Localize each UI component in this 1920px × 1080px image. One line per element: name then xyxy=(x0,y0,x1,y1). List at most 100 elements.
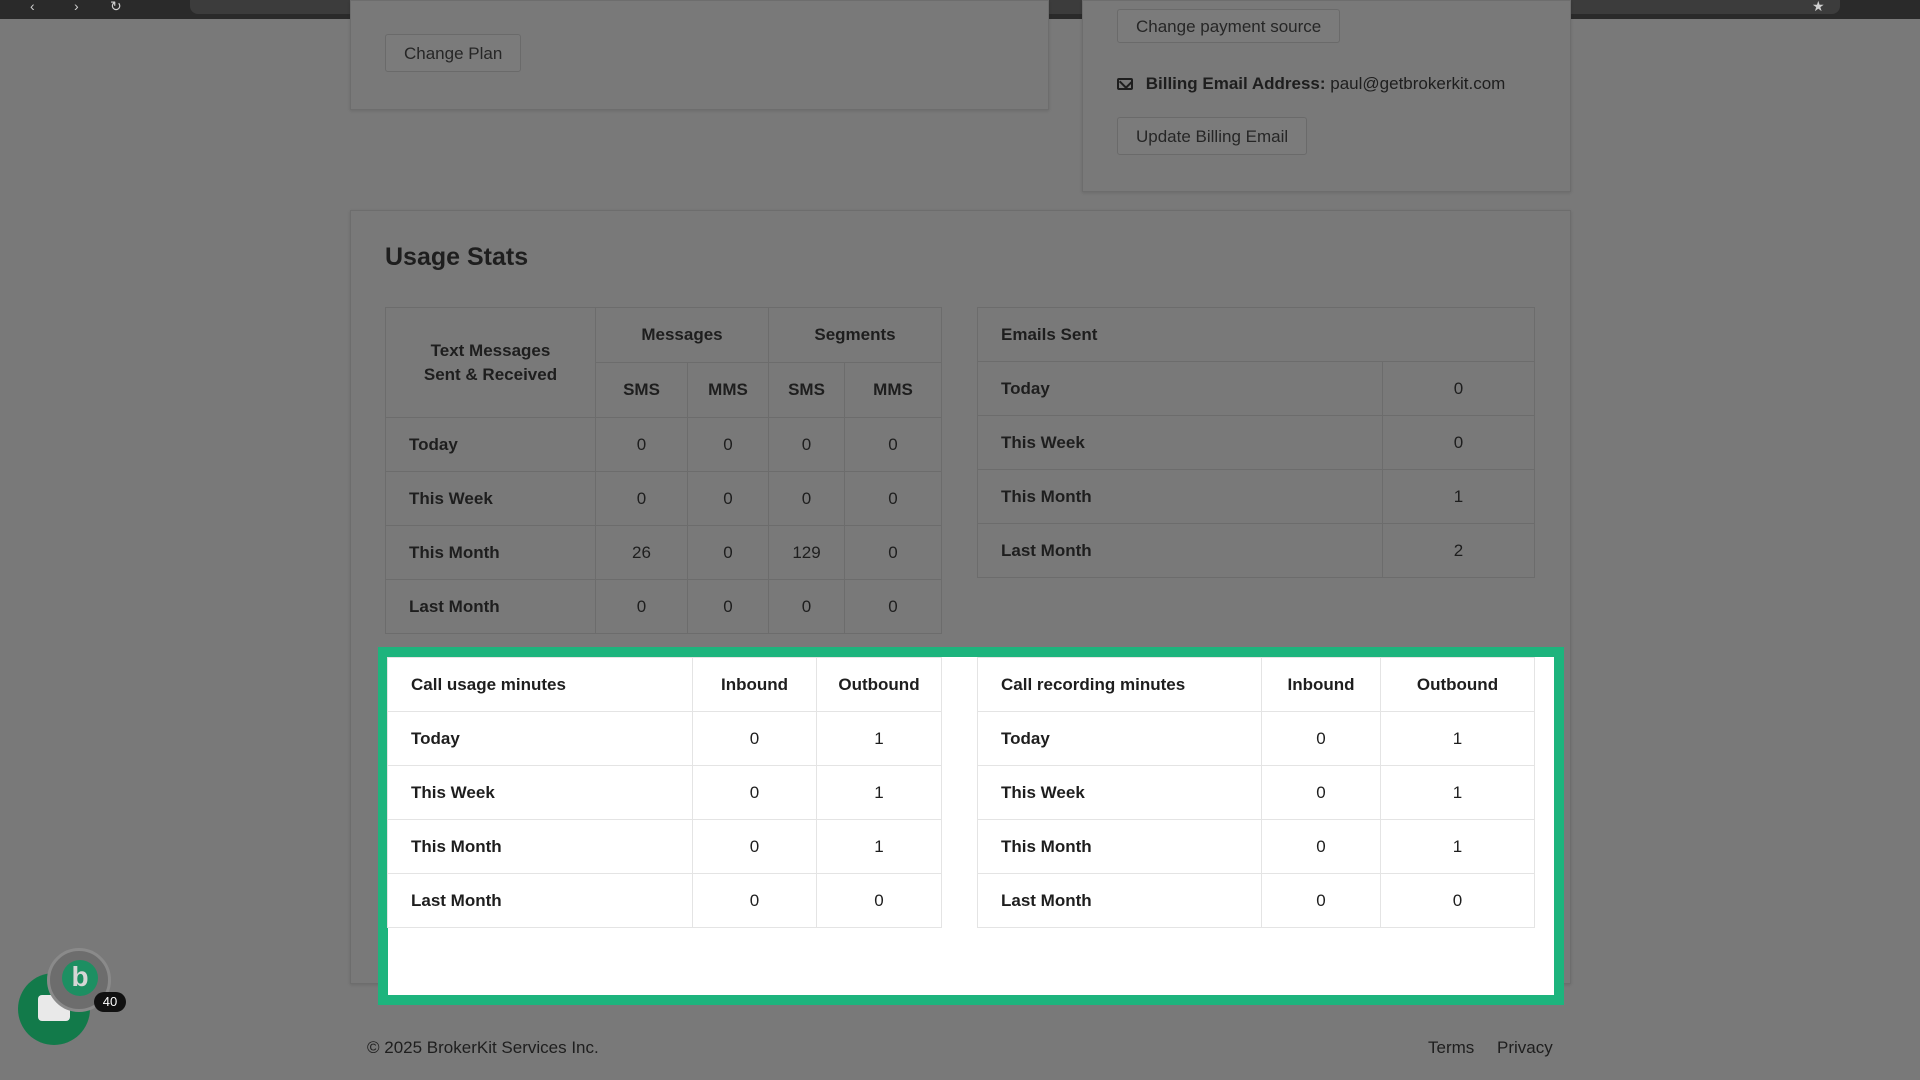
row-label: This Week xyxy=(385,471,596,526)
cell-value: 1 xyxy=(816,711,942,766)
emails-sent-header: Emails Sent xyxy=(977,307,1535,362)
corner-line-1: Text Messages xyxy=(430,340,551,360)
cell-value: 129 xyxy=(768,525,845,580)
table-row: Last Month 0 0 0 0 xyxy=(385,579,942,634)
cell-value: 0 xyxy=(687,579,769,634)
update-billing-email-button[interactable]: Update Billing Email xyxy=(1117,117,1308,155)
row-label: Last Month xyxy=(977,523,1383,578)
call-usage-table: Call usage minutes Inbound Outbound Toda… xyxy=(387,657,942,928)
inbound-header: Inbound xyxy=(692,657,817,712)
segments-group-header: Segments xyxy=(768,307,942,363)
table-row: This Month 1 xyxy=(977,469,1535,524)
table-row: This Month 0 1 xyxy=(977,819,1535,874)
row-label: Last Month xyxy=(385,579,596,634)
cell-value: 0 xyxy=(1380,873,1535,928)
cell-value: 0 xyxy=(844,579,942,634)
row-label: Today xyxy=(387,711,693,766)
messages-group-header: Messages xyxy=(595,307,769,363)
row-label: This Month xyxy=(977,819,1262,874)
cell-value: 0 xyxy=(687,417,769,472)
cell-value: 0 xyxy=(844,525,942,580)
mms-header: MMS xyxy=(687,362,769,418)
cell-value: 0 xyxy=(844,471,942,526)
copyright: © 2025 BrokerKit Services Inc. xyxy=(367,1038,599,1057)
cell-value: 0 xyxy=(844,417,942,472)
row-label: Last Month xyxy=(387,873,693,928)
sms-header: SMS xyxy=(768,362,845,418)
cell-value: 1 xyxy=(816,765,942,820)
table-row: This Week 0 1 xyxy=(977,765,1535,820)
plan-card: Change Plan xyxy=(350,0,1049,110)
row-label: This Week xyxy=(977,415,1383,470)
cell-value: 0 xyxy=(692,819,817,874)
usage-stats-title: Usage Stats xyxy=(385,243,529,271)
cell-value: 0 xyxy=(595,417,688,472)
cell-value: 0 xyxy=(687,471,769,526)
cell-value: 0 xyxy=(1382,415,1535,470)
outbound-header: Outbound xyxy=(1380,657,1535,712)
call-recording-header: Call recording minutes xyxy=(977,657,1262,712)
reload-icon[interactable]: ↻ xyxy=(110,0,122,13)
cell-value: 0 xyxy=(816,873,942,928)
notification-badge: 40 xyxy=(94,992,126,1012)
table-row: This Month 0 1 xyxy=(387,819,942,874)
table-row: Last Month 2 xyxy=(977,523,1535,578)
row-label: This Week xyxy=(387,765,693,820)
terms-link[interactable]: Terms xyxy=(1428,1038,1474,1058)
table-row: This Month 26 0 129 0 xyxy=(385,525,942,580)
cell-value: 0 xyxy=(1382,361,1535,416)
sms-header: SMS xyxy=(595,362,688,418)
call-recording-table: Call recording minutes Inbound Outbound … xyxy=(977,657,1535,928)
table-row: Today 0 1 xyxy=(387,711,942,766)
text-messages-corner: Text Messages Sent & Received xyxy=(385,307,596,418)
table-row: This Week 0 xyxy=(977,415,1535,470)
billing-card: Change payment source Update Billing Ema… xyxy=(1082,0,1571,192)
cell-value: 0 xyxy=(692,711,817,766)
back-icon[interactable]: ‹ xyxy=(30,0,35,13)
cell-value: 0 xyxy=(768,471,845,526)
row-label: This Month xyxy=(387,819,693,874)
table-row: This Week 0 0 0 0 xyxy=(385,471,942,526)
cell-value: 0 xyxy=(687,525,769,580)
row-label: Today xyxy=(977,711,1262,766)
bookmark-icon[interactable]: ★ xyxy=(1812,0,1825,13)
cell-value: 0 xyxy=(768,579,845,634)
mms-header: MMS xyxy=(844,362,942,418)
forward-icon[interactable]: › xyxy=(74,0,79,13)
outbound-header: Outbound xyxy=(816,657,942,712)
change-plan-button[interactable]: Change Plan xyxy=(385,34,522,72)
cell-value: 1 xyxy=(1382,469,1535,524)
table-row: Last Month 0 0 xyxy=(977,873,1535,928)
billing-email-line: Billing Email Address: paul@getbrokerkit… xyxy=(1117,74,1505,94)
row-label: Today xyxy=(977,361,1383,416)
privacy-link[interactable]: Privacy xyxy=(1497,1038,1553,1058)
cell-value: 0 xyxy=(692,765,817,820)
cell-value: 2 xyxy=(1382,523,1535,578)
cell-value: 0 xyxy=(1261,711,1381,766)
mail-icon xyxy=(1117,78,1133,90)
corner-line-2: Sent & Received xyxy=(423,364,558,384)
cell-value: 1 xyxy=(816,819,942,874)
row-label: This Month xyxy=(977,469,1383,524)
cell-value: 0 xyxy=(595,579,688,634)
cell-value: 1 xyxy=(1380,819,1535,874)
table-row: Today 0 1 xyxy=(977,711,1535,766)
table-row: Today 0 xyxy=(977,361,1535,416)
cell-value: 1 xyxy=(1380,711,1535,766)
row-label: This Month xyxy=(385,525,596,580)
cell-value: 0 xyxy=(1261,765,1381,820)
brand-logo[interactable]: b xyxy=(62,960,98,996)
text-messages-table: Text Messages Sent & Received Messages S… xyxy=(385,307,942,634)
table-row: This Week 0 1 xyxy=(387,765,942,820)
billing-email-value: paul@getbrokerkit.com xyxy=(1330,74,1506,93)
billing-email-label: Billing Email Address: xyxy=(1145,74,1326,93)
change-payment-source-button[interactable]: Change payment source xyxy=(1117,9,1341,43)
table-row: Last Month 0 0 xyxy=(387,873,942,928)
emails-sent-table: Emails Sent Today 0 This Week 0 This Mon… xyxy=(977,307,1535,578)
cell-value: 26 xyxy=(595,525,688,580)
cell-value: 0 xyxy=(692,873,817,928)
row-label: Today xyxy=(385,417,596,472)
row-label: This Week xyxy=(977,765,1262,820)
cell-value: 0 xyxy=(1261,819,1381,874)
cell-value: 0 xyxy=(768,417,845,472)
